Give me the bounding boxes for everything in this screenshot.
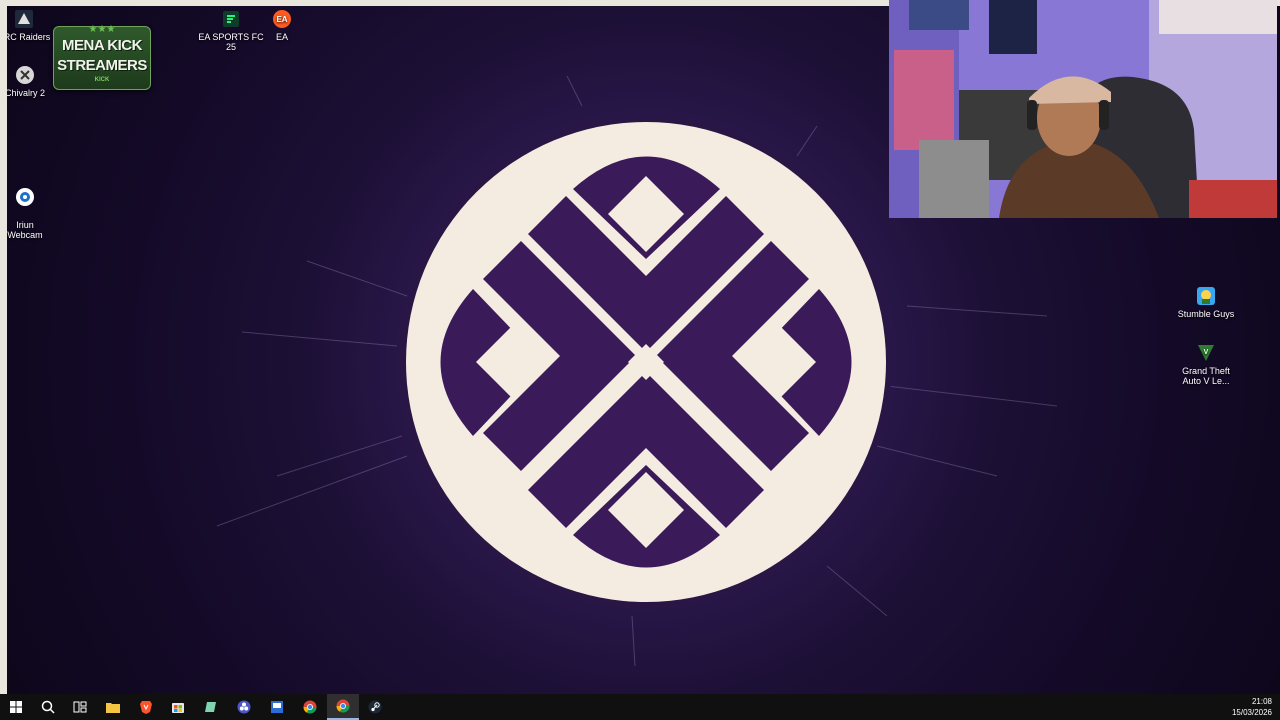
desktop-icon-label: Iriun Webcam [7,220,43,240]
brave-icon [140,701,152,714]
desktop-icon-label: EA [275,32,288,42]
obs-icon [237,700,251,714]
taskbar-chrome-profile[interactable] [327,694,359,720]
badge-line-1: MENA KICK [62,37,142,54]
iriun-webcam-icon [16,188,34,206]
stumble-guys-icon [1197,287,1215,305]
clock-time: 21:08 [1251,697,1272,706]
system-clock[interactable]: 21:08 15/03/2026 [1232,696,1272,718]
taskbar-notes[interactable] [195,694,227,720]
streamer-logo-emblem [400,116,892,608]
ea-fc-icon [223,11,239,27]
ea-app-icon: EA [273,10,291,28]
arc-raiders-icon [15,10,33,28]
file-explorer-icon [106,703,120,713]
desktop-icon-label: Stumble Guys [1177,309,1235,319]
search-icon [41,700,55,714]
desktop-icon-stumble-guys[interactable]: Stumble Guys [1174,285,1238,319]
desktop-icon-chivalry-2[interactable]: Chivalry 2 [7,64,57,98]
gta-v-icon: V [1198,345,1214,361]
taskbar-chrome[interactable] [294,694,326,720]
webcam-scene [889,0,1277,218]
taskbar-steam[interactable] [359,694,391,720]
taskbar: 21:08 15/03/2026 [0,694,1280,720]
task-view-icon [73,701,87,713]
badge-line-2: STREAMERS [57,57,147,74]
mena-kick-streamers-badge: ★★★ MENA KICK STREAMERS KICK [53,24,151,90]
notes-icon [205,702,216,712]
windows-start-icon [10,701,22,713]
desktop-icon-label: ARC Raiders [7,32,51,42]
desktop-icon-ea[interactable]: EA EA [250,8,314,42]
taskbar-brave[interactable] [130,694,162,720]
svg-text:V: V [1204,349,1209,356]
desktop-icon-gta-v[interactable]: V Grand Theft Auto V Le... [1174,342,1238,386]
taskbar-terminal[interactable] [261,694,293,720]
taskbar-file-explorer[interactable] [97,694,129,720]
chrome-profile-icon [336,699,350,713]
start-button[interactable] [0,694,32,720]
task-view-button[interactable] [64,694,96,720]
store-icon [172,703,184,713]
chrome-icon [303,700,317,714]
desktop-icon-label: Chivalry 2 [7,88,45,98]
desktop-icon-label: Grand Theft Auto V Le... [1182,366,1230,386]
desktop-icon-iriun-webcam[interactable]: Iriun Webcam [7,176,57,250]
clock-date: 15/03/2026 [1231,708,1272,717]
taskbar-search-button[interactable] [32,694,64,720]
webcam-overlay [889,0,1277,218]
desktop-icon-arc-raiders[interactable]: ARC Raiders [7,8,56,42]
chivalry-icon [16,66,34,84]
svg-text:EA: EA [276,15,287,24]
taskbar-obs[interactable] [228,694,260,720]
steam-icon [368,700,382,714]
badge-sub: KICK [94,77,110,83]
taskbar-store[interactable] [162,694,194,720]
badge-stars: ★★★ [88,24,116,35]
terminal-icon [271,701,283,713]
